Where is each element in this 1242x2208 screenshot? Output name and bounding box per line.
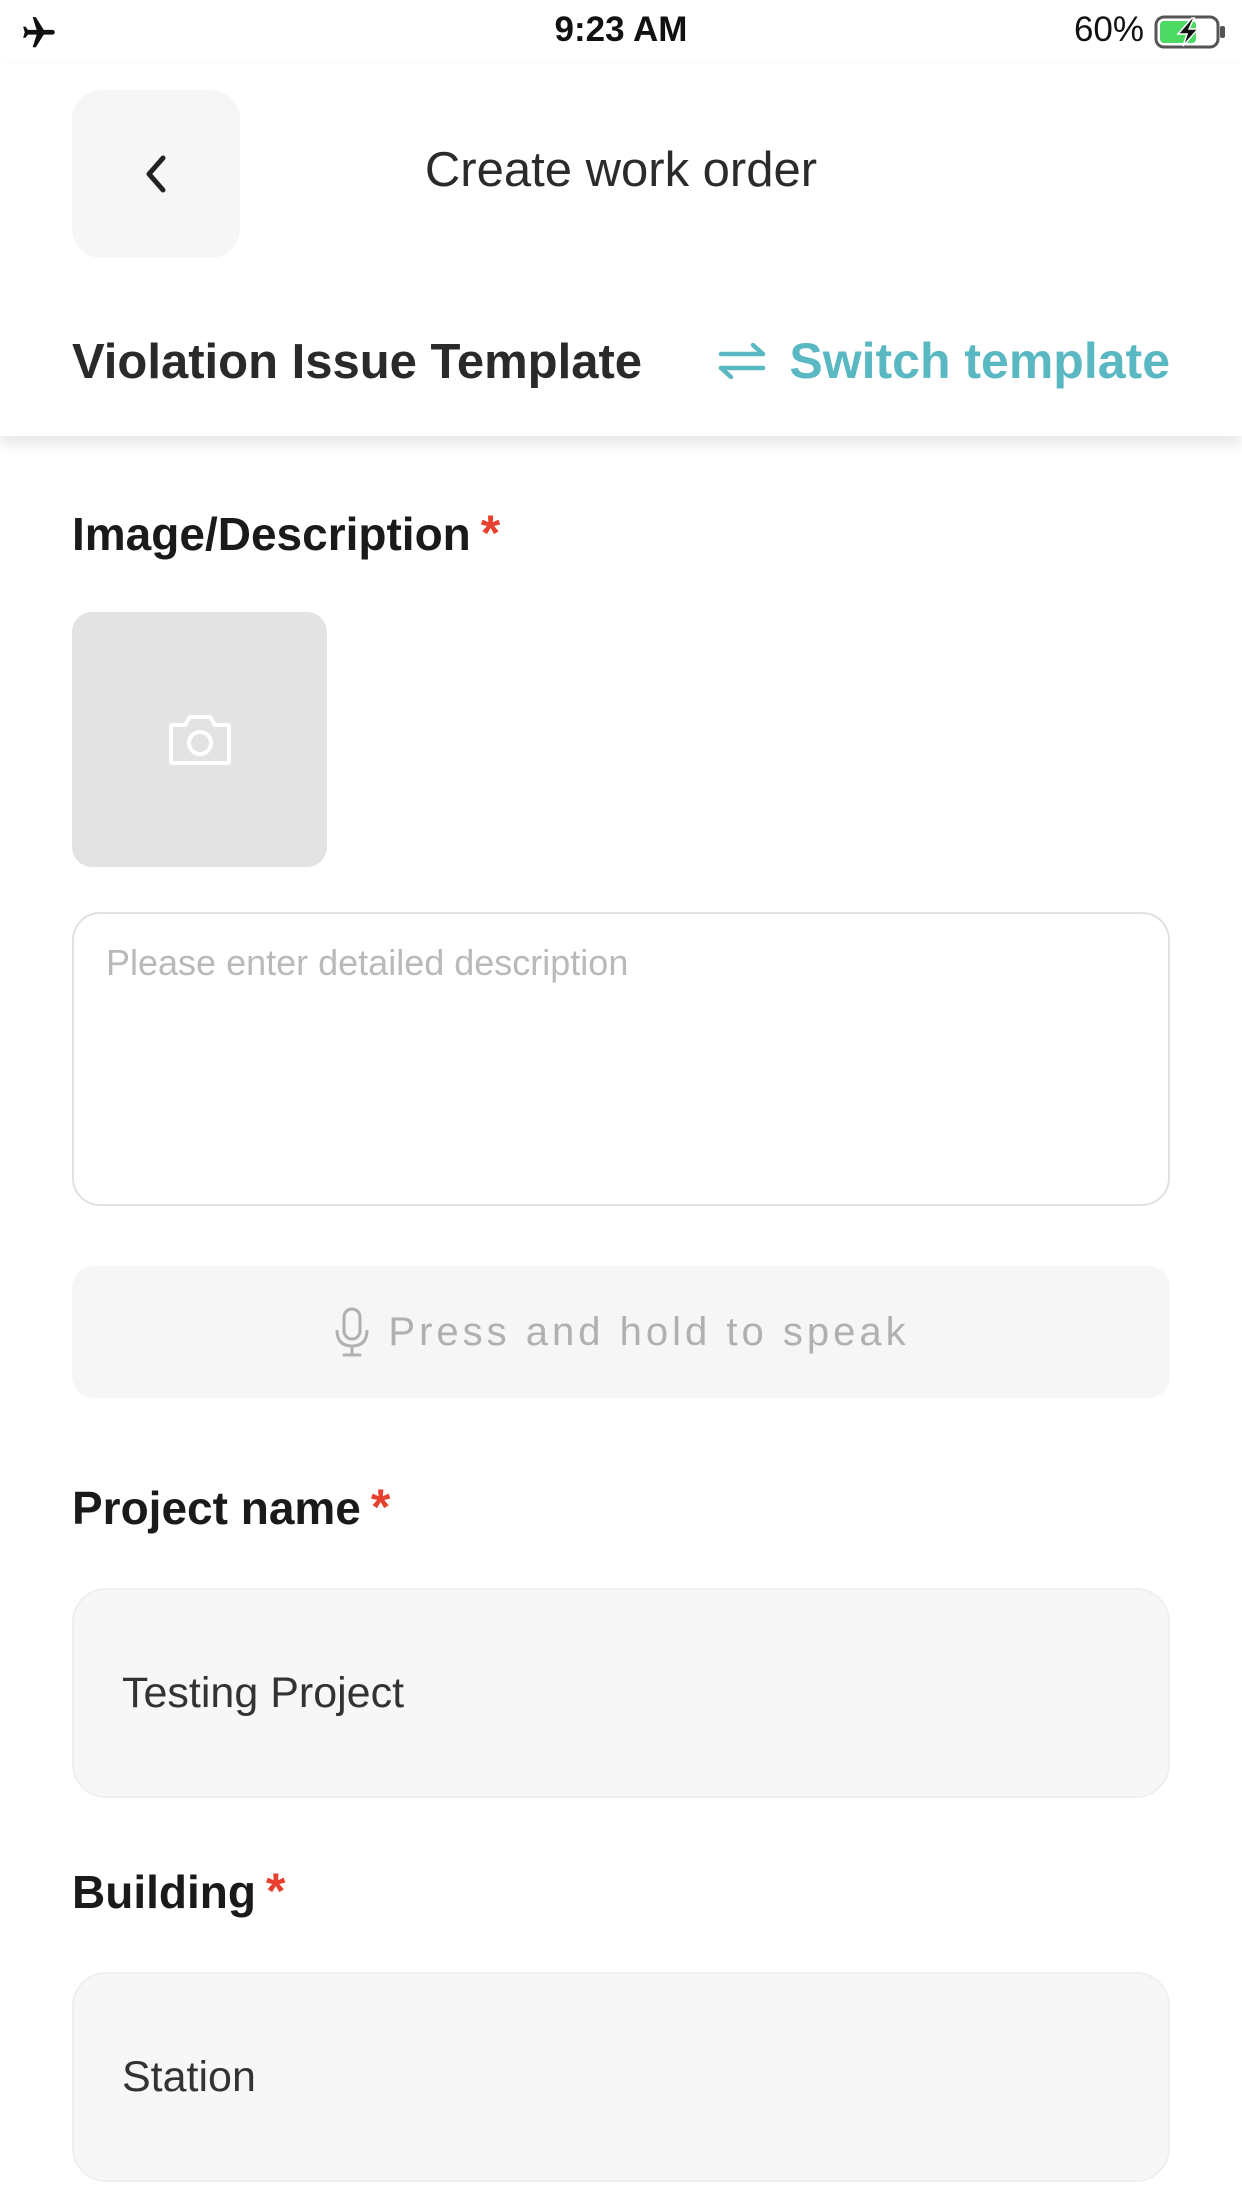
create-work-order-screen: 9:23 AM 60% Create work order Violation … <box>0 0 1242 2208</box>
header: Create work order Violation Issue Templa… <box>0 64 1242 436</box>
switch-template-button[interactable]: Switch template <box>717 332 1170 390</box>
battery-percent: 60% <box>1073 10 1144 49</box>
add-photo-button[interactable] <box>72 612 327 867</box>
press-to-speak-button[interactable]: Press and hold to speak <box>72 1266 1170 1398</box>
building-select[interactable]: Station <box>72 1972 1170 2182</box>
status-bar: 9:23 AM 60% <box>0 0 1242 64</box>
battery-charging-icon <box>1154 15 1225 49</box>
status-time: 9:23 AM <box>554 10 688 49</box>
camera-icon <box>168 714 231 765</box>
project-name-value: Testing Project <box>122 1668 405 1717</box>
building-label-text: Building <box>72 1866 256 1918</box>
image-description-label: Image/Description * <box>72 504 500 562</box>
project-name-label-text: Project name <box>72 1482 361 1534</box>
project-name-select[interactable]: Testing Project <box>72 1588 1170 1798</box>
building-label: Building * <box>72 1862 285 1920</box>
template-name: Violation Issue Template <box>72 335 643 389</box>
required-mark: * <box>480 505 501 561</box>
description-input[interactable] <box>106 942 1136 1176</box>
switch-template-label: Switch template <box>789 333 1170 389</box>
microphone-icon <box>335 1307 369 1357</box>
press-to-speak-label: Press and hold to speak <box>388 1309 910 1354</box>
project-name-label: Project name * <box>72 1478 390 1536</box>
description-field <box>72 912 1170 1206</box>
required-mark: * <box>265 1863 286 1919</box>
required-mark: * <box>370 1479 391 1535</box>
page-title: Create work order <box>424 143 818 197</box>
swap-arrows-icon <box>719 342 766 380</box>
building-value: Station <box>122 2052 256 2101</box>
image-description-label-text: Image/Description <box>72 508 471 560</box>
